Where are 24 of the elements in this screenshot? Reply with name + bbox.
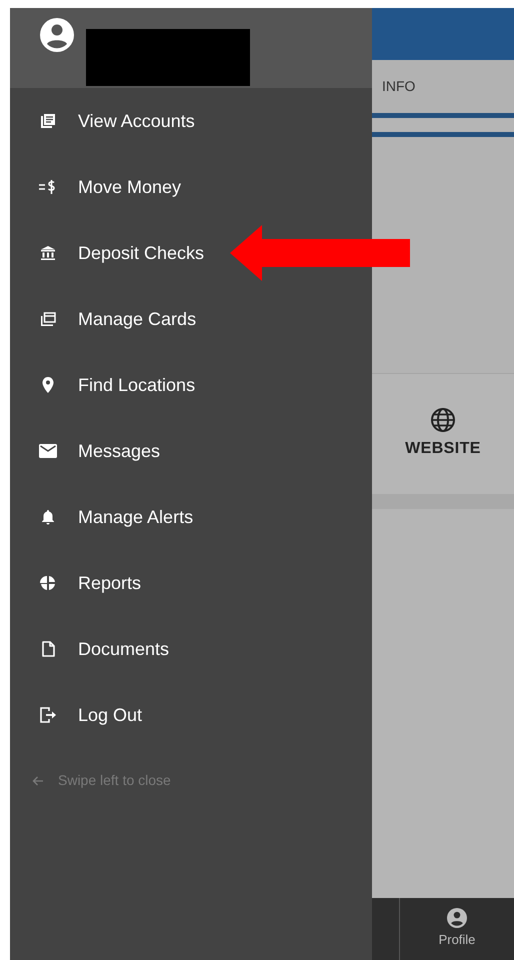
list-icon [40, 113, 56, 129]
avatar-icon [447, 908, 467, 928]
document-icon [42, 641, 54, 657]
bell-icon [41, 509, 55, 525]
globe-icon [430, 407, 456, 433]
menu-item[interactable]: View Accounts [10, 88, 195, 154]
mail-icon [39, 444, 57, 458]
cards-icon [40, 311, 56, 327]
menu-item[interactable]: Manage Alerts [10, 484, 194, 550]
menu-item[interactable]: Manage Cards [10, 286, 196, 352]
location-pin-icon [42, 377, 54, 393]
bank-icon [40, 245, 56, 261]
menu-item[interactable]: Move Money [10, 154, 182, 220]
menu-item[interactable]: Messages [10, 418, 160, 484]
avatar-icon[interactable] [40, 18, 74, 52]
menu-item[interactable]: Log Out [10, 682, 142, 748]
logout-icon [40, 707, 56, 723]
menu-item[interactable]: Documents [10, 616, 170, 682]
pie-chart-icon [40, 575, 56, 591]
menu-item[interactable]: Deposit Checks [10, 220, 410, 286]
menu-item[interactable]: Find Locations [10, 352, 196, 418]
back-arrow-icon [32, 776, 44, 786]
info-tab[interactable]: INFO [382, 76, 416, 97]
menu-item[interactable]: Reports [10, 550, 142, 616]
